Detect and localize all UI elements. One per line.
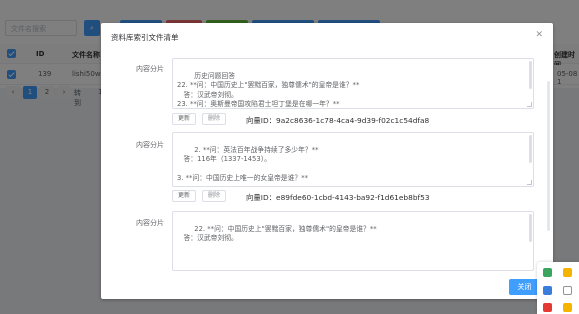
- dialog-title: 资料库索引文件清单: [111, 33, 179, 42]
- resize-handle[interactable]: [527, 102, 532, 107]
- vector-id: 向量ID：9a2c8636-1c78-4ca4-9d39-f02c1c54dfa…: [246, 116, 430, 125]
- close-button[interactable]: 关闭: [509, 279, 540, 295]
- resize-handle[interactable]: [527, 180, 532, 185]
- close-icon[interactable]: ✕: [535, 30, 543, 40]
- file-index-dialog: 资料库索引文件清单 ✕ 内容分片 历史问题回答 22. **问：中国历史上"罢黜…: [101, 23, 553, 299]
- dialog-body: 内容分片 历史问题回答 22. **问：中国历史上"罢黜百家，独尊儒术"的皇帝是…: [101, 51, 553, 299]
- app-icon-2[interactable]: [563, 268, 572, 277]
- app-icon-1[interactable]: [543, 268, 552, 277]
- chunk-textarea[interactable]: 22. **问：中国历史上"罢黜百家，独尊儒术"的皇帝是谁？** 答：汉武帝刘彻…: [172, 211, 534, 271]
- textarea-scrollbar[interactable]: [529, 61, 532, 89]
- chunk-text: 2. **问：英法百年战争持续了多少年？** 答：116年（1337-1453）…: [177, 145, 319, 183]
- delete-button[interactable]: 删除: [202, 113, 227, 125]
- textarea-scrollbar[interactable]: [529, 135, 532, 163]
- app-icon-3[interactable]: [543, 286, 552, 295]
- update-button[interactable]: 更新: [172, 113, 197, 125]
- vector-id: 向量ID：e89fde60-1cbd-4143-ba92-f1d61eb8bf5…: [246, 193, 430, 202]
- chunk-label: 内容分片: [136, 141, 164, 149]
- app-icon-6[interactable]: [563, 303, 572, 312]
- chunk-textarea[interactable]: 历史问题回答 22. **问：中国历史上"罢黜百家，独尊儒术"的皇帝是谁？** …: [172, 58, 534, 109]
- update-button[interactable]: 更新: [172, 190, 197, 202]
- chunk-text: 22. **问：中国历史上"罢黜百家，独尊儒术"的皇帝是谁？** 答：汉武帝刘彻…: [183, 224, 377, 243]
- app-icon-5[interactable]: [543, 303, 552, 312]
- chunk-text: 历史问题回答 22. **问：中国历史上"罢黜百家，独尊儒术"的皇帝是谁？** …: [177, 71, 360, 109]
- delete-button[interactable]: 删除: [202, 190, 227, 202]
- floating-tray: [537, 262, 579, 314]
- chunk-textarea[interactable]: 2. **问：英法百年战争持续了多少年？** 答：116年（1337-1453）…: [172, 132, 534, 187]
- textarea-scrollbar[interactable]: [529, 214, 532, 242]
- chunk-label: 内容分片: [136, 219, 164, 227]
- chunk-label: 内容分片: [136, 65, 164, 73]
- dialog-scrollbar[interactable]: [547, 81, 550, 231]
- app-icon-4[interactable]: [563, 286, 572, 295]
